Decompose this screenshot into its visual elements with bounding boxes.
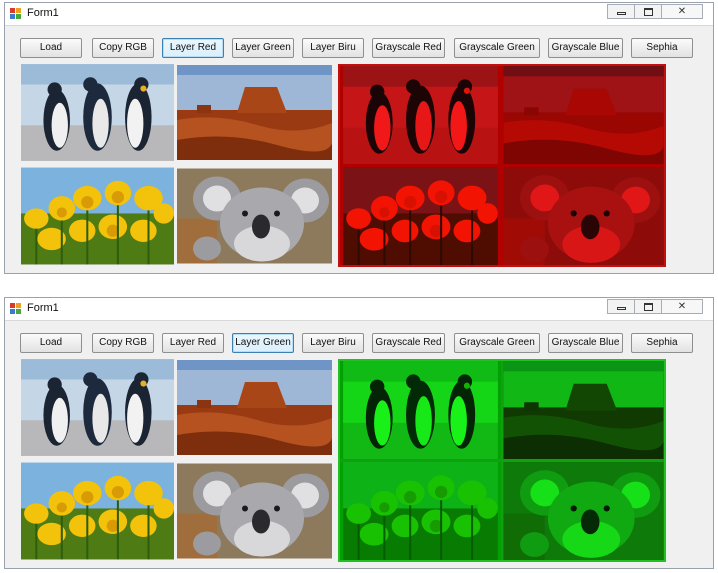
grayscale-red-button[interactable]: Grayscale Red: [372, 333, 445, 353]
image-penguins-red: [340, 66, 501, 164]
sephia-button[interactable]: Sephia: [631, 38, 693, 58]
layer-green-button[interactable]: Layer Green: [232, 38, 294, 58]
image-penguins-green: [340, 361, 501, 459]
layer-red-button[interactable]: Layer Red: [162, 333, 224, 353]
maximize-button[interactable]: [634, 299, 662, 314]
minimize-icon: [617, 12, 626, 15]
load-button[interactable]: Load: [20, 38, 82, 58]
image-penguins: [21, 64, 174, 161]
image-desert-red: [503, 66, 664, 164]
winform-app-icon: [10, 8, 22, 20]
image-tulips: [21, 462, 174, 560]
original-image-grid: [21, 64, 332, 265]
image-koala-red: [503, 167, 664, 265]
window-title: Form1: [27, 7, 59, 19]
title-bar[interactable]: Form1 ✕: [5, 3, 713, 26]
title-bar[interactable]: Form1 ✕: [5, 298, 713, 321]
image-tulips-red: [340, 167, 501, 265]
image-koala: [177, 167, 332, 265]
layer-biru-button[interactable]: Layer Biru: [302, 38, 364, 58]
image-penguins: [21, 359, 174, 456]
image-desert-green: [503, 361, 664, 459]
grayscale-green-button[interactable]: Grayscale Green: [454, 38, 540, 58]
image-koala: [177, 462, 332, 560]
load-button[interactable]: Load: [20, 333, 82, 353]
minimize-button[interactable]: [607, 4, 635, 19]
close-button[interactable]: ✕: [661, 299, 703, 314]
maximize-icon: [644, 303, 653, 311]
copy-rgb-button[interactable]: Copy RGB: [92, 38, 154, 58]
close-icon: ✕: [677, 301, 687, 312]
layer-biru-button[interactable]: Layer Biru: [302, 333, 364, 353]
winform-app-icon: [10, 303, 22, 315]
copy-rgb-button[interactable]: Copy RGB: [92, 333, 154, 353]
close-icon: ✕: [677, 6, 687, 17]
image-koala-green: [503, 462, 664, 560]
grayscale-green-button[interactable]: Grayscale Green: [454, 333, 540, 353]
window-title: Form1: [27, 302, 59, 314]
minimize-button[interactable]: [607, 299, 635, 314]
minimize-icon: [617, 307, 626, 310]
filtered-image-grid-red: [338, 64, 666, 267]
image-desert: [177, 64, 332, 161]
image-tulips-green: [340, 462, 501, 560]
layer-red-button[interactable]: Layer Red: [162, 38, 224, 58]
grayscale-blue-button[interactable]: Grayscale Blue: [548, 333, 623, 353]
sephia-button[interactable]: Sephia: [631, 333, 693, 353]
layer-green-button[interactable]: Layer Green: [232, 333, 294, 353]
maximize-button[interactable]: [634, 4, 662, 19]
grayscale-blue-button[interactable]: Grayscale Blue: [548, 38, 623, 58]
image-tulips: [21, 167, 174, 265]
image-desert: [177, 359, 332, 456]
close-button[interactable]: ✕: [661, 4, 703, 19]
maximize-icon: [644, 8, 653, 16]
form-window-1: Form1 ✕ Load Copy RGB Layer Red Layer Gr…: [4, 2, 714, 274]
form-window-2: Form1 ✕ Load Copy RGB Layer Red Layer Gr…: [4, 297, 714, 569]
filtered-image-grid-green: [338, 359, 666, 562]
grayscale-red-button[interactable]: Grayscale Red: [372, 38, 445, 58]
original-image-grid: [21, 359, 332, 560]
